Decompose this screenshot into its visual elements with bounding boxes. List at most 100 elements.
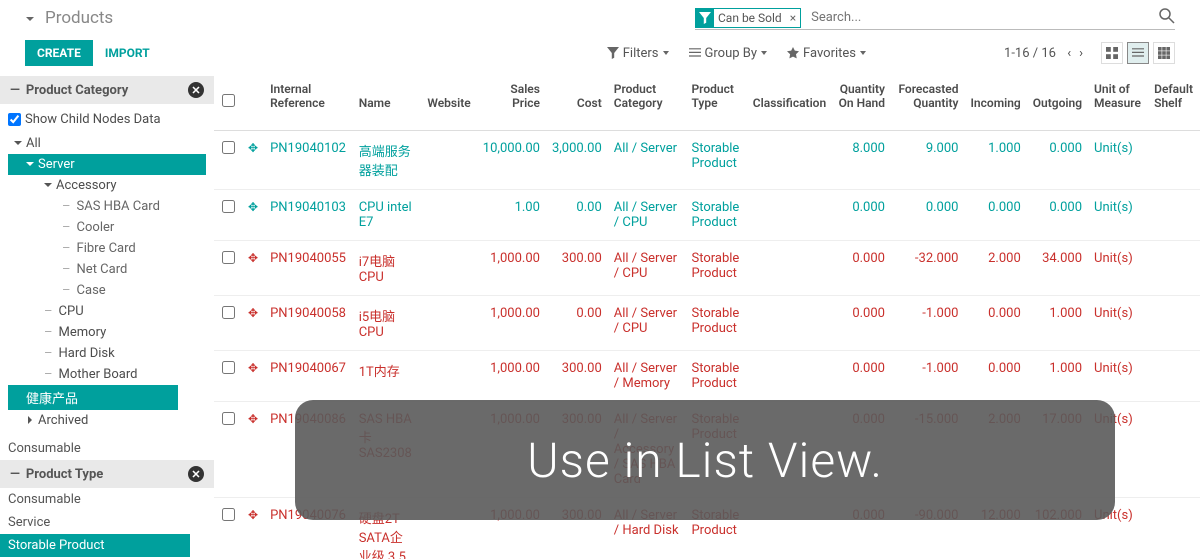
row-checkbox[interactable] [222,306,235,319]
cell-name[interactable]: 1T内存 [353,351,422,402]
col-name[interactable]: Name [353,76,422,131]
tree-mother-board[interactable]: Mother Board [8,364,206,385]
tree-case[interactable]: Case [8,280,206,301]
table-row[interactable]: ✥PN190400671T内存1,000.00300.00All / Serve… [214,351,1200,402]
col-cost[interactable]: Cost [546,76,608,131]
search-input[interactable] [807,6,1159,29]
table-row[interactable]: ✥PN19040058i5电脑CPU1,000.000.00All / Serv… [214,296,1200,351]
collapse-icon: — [10,467,20,482]
cell-cat[interactable]: All / Server / CPU [608,190,686,241]
breadcrumb-toggle-icon[interactable] [25,13,35,23]
create-button[interactable]: CREATE [25,40,93,66]
row-checkbox[interactable] [222,508,235,521]
pager-next-icon[interactable]: › [1079,46,1083,61]
cell-ref[interactable]: PN19040058 [264,296,353,351]
col-shelf[interactable]: Default Shelf [1148,76,1200,131]
pager-label: 1-16 / 16 [1004,46,1056,61]
cell-cat[interactable]: All / Server / CPU [608,296,686,351]
category-consumable[interactable]: Consumable [0,437,214,460]
remove-filter-icon[interactable]: × [786,11,800,25]
pt-consumable[interactable]: Consumable [0,488,214,511]
tree-sas-hba[interactable]: SAS HBA Card [8,196,206,217]
col-cat[interactable]: Product Category [608,76,686,131]
group-by-button[interactable]: Group By [689,46,768,61]
cell-name[interactable]: 高端服务器装配 [353,131,422,190]
cell-cat[interactable]: All / Server / Memory [608,351,686,402]
tree-archived[interactable]: Archived [8,410,206,431]
close-panel-icon[interactable]: ✕ [188,82,204,98]
drag-handle-icon[interactable]: ✥ [248,508,258,522]
table-row[interactable]: ✥PN19040102高端服务器装配10,000.003,000.00All /… [214,131,1200,190]
cell-in: 0.000 [964,296,1026,351]
cell-name[interactable]: CPU intel E7 [353,190,422,241]
col-class[interactable]: Classification [747,76,832,131]
drag-handle-icon[interactable]: ✥ [248,200,258,214]
overlay-caption: Use in List View. [295,400,1115,520]
tree-fibre[interactable]: Fibre Card [8,238,206,259]
show-child-checkbox[interactable]: Show Child Nodes Data [8,110,206,133]
cell-cat[interactable]: All / Server / CPU [608,241,686,296]
tree-all[interactable]: All [8,133,206,154]
cell-cat[interactable]: All / Server [608,131,686,190]
cell-ref[interactable]: PN19040102 [264,131,353,190]
tree-hard-disk[interactable]: Hard Disk [8,343,206,364]
product-type-panel-header[interactable]: — Product Type ✕ [0,460,214,488]
search-bar[interactable]: Can be Sold × [695,6,1175,30]
row-checkbox[interactable] [222,251,235,264]
favorites-button[interactable]: Favorites [787,46,866,61]
col-sales[interactable]: Sales Price [477,76,546,131]
grid-view-button[interactable] [1153,42,1175,64]
col-qoh[interactable]: Quantity On Hand [832,76,891,131]
filters-button[interactable]: Filters [607,46,669,61]
col-type[interactable]: Product Type [685,76,746,131]
row-checkbox[interactable] [222,141,235,154]
drag-handle-icon[interactable]: ✥ [248,141,258,155]
cell-website [421,241,476,296]
row-checkbox[interactable] [222,361,235,374]
col-out[interactable]: Outgoing [1027,76,1088,131]
search-icon[interactable] [1159,8,1175,28]
list-view-button[interactable] [1127,42,1149,64]
page-title: Products [45,8,113,28]
drag-handle-icon[interactable]: ✥ [248,251,258,265]
product-category-panel-header[interactable]: — Product Category ✕ [0,76,214,104]
tree-netcard[interactable]: Net Card [8,259,206,280]
tree-memory[interactable]: Memory [8,322,206,343]
cell-name[interactable]: i7电脑CPU [353,241,422,296]
drag-handle-icon[interactable]: ✥ [248,306,258,320]
pager-prev-icon[interactable]: ‹ [1067,46,1071,61]
cell-type: Storable Product [685,190,746,241]
table-row[interactable]: ✥PN19040055i7电脑CPU1,000.00300.00All / Se… [214,241,1200,296]
import-button[interactable]: IMPORT [105,46,150,60]
col-fq[interactable]: Forecasted Quantity [891,76,965,131]
cell-uom: Unit(s) [1088,241,1148,296]
cell-qoh: 8.000 [832,131,891,190]
cell-uom: Unit(s) [1088,351,1148,402]
col-website[interactable]: Website [421,76,476,131]
cell-ref[interactable]: PN19040103 [264,190,353,241]
cell-ref[interactable]: PN19040055 [264,241,353,296]
pt-storable[interactable]: Storable Product [0,534,190,557]
table-row[interactable]: ✥PN19040103CPU intel E71.000.00All / Ser… [214,190,1200,241]
kanban-view-button[interactable] [1101,42,1123,64]
cell-website [421,190,476,241]
cell-fq: 0.000 [891,190,965,241]
cell-name[interactable]: i5电脑CPU [353,296,422,351]
tree-cooler[interactable]: Cooler [8,217,206,238]
tree-health[interactable]: 健康产品 [8,385,178,410]
drag-handle-icon[interactable]: ✥ [248,361,258,375]
pt-service[interactable]: Service [0,511,214,534]
close-panel-icon[interactable]: ✕ [188,466,204,482]
search-filter-tag[interactable]: Can be Sold × [695,8,801,28]
select-all-checkbox[interactable] [222,94,235,107]
tree-server[interactable]: Server [8,154,206,175]
cell-ref[interactable]: PN19040067 [264,351,353,402]
col-uom[interactable]: Unit of Measure [1088,76,1148,131]
row-checkbox[interactable] [222,412,235,425]
tree-cpu[interactable]: CPU [8,301,206,322]
row-checkbox[interactable] [222,200,235,213]
col-ref[interactable]: Internal Reference [264,76,353,131]
drag-handle-icon[interactable]: ✥ [248,412,258,426]
tree-accessory[interactable]: Accessory [8,175,206,196]
col-in[interactable]: Incoming [964,76,1026,131]
